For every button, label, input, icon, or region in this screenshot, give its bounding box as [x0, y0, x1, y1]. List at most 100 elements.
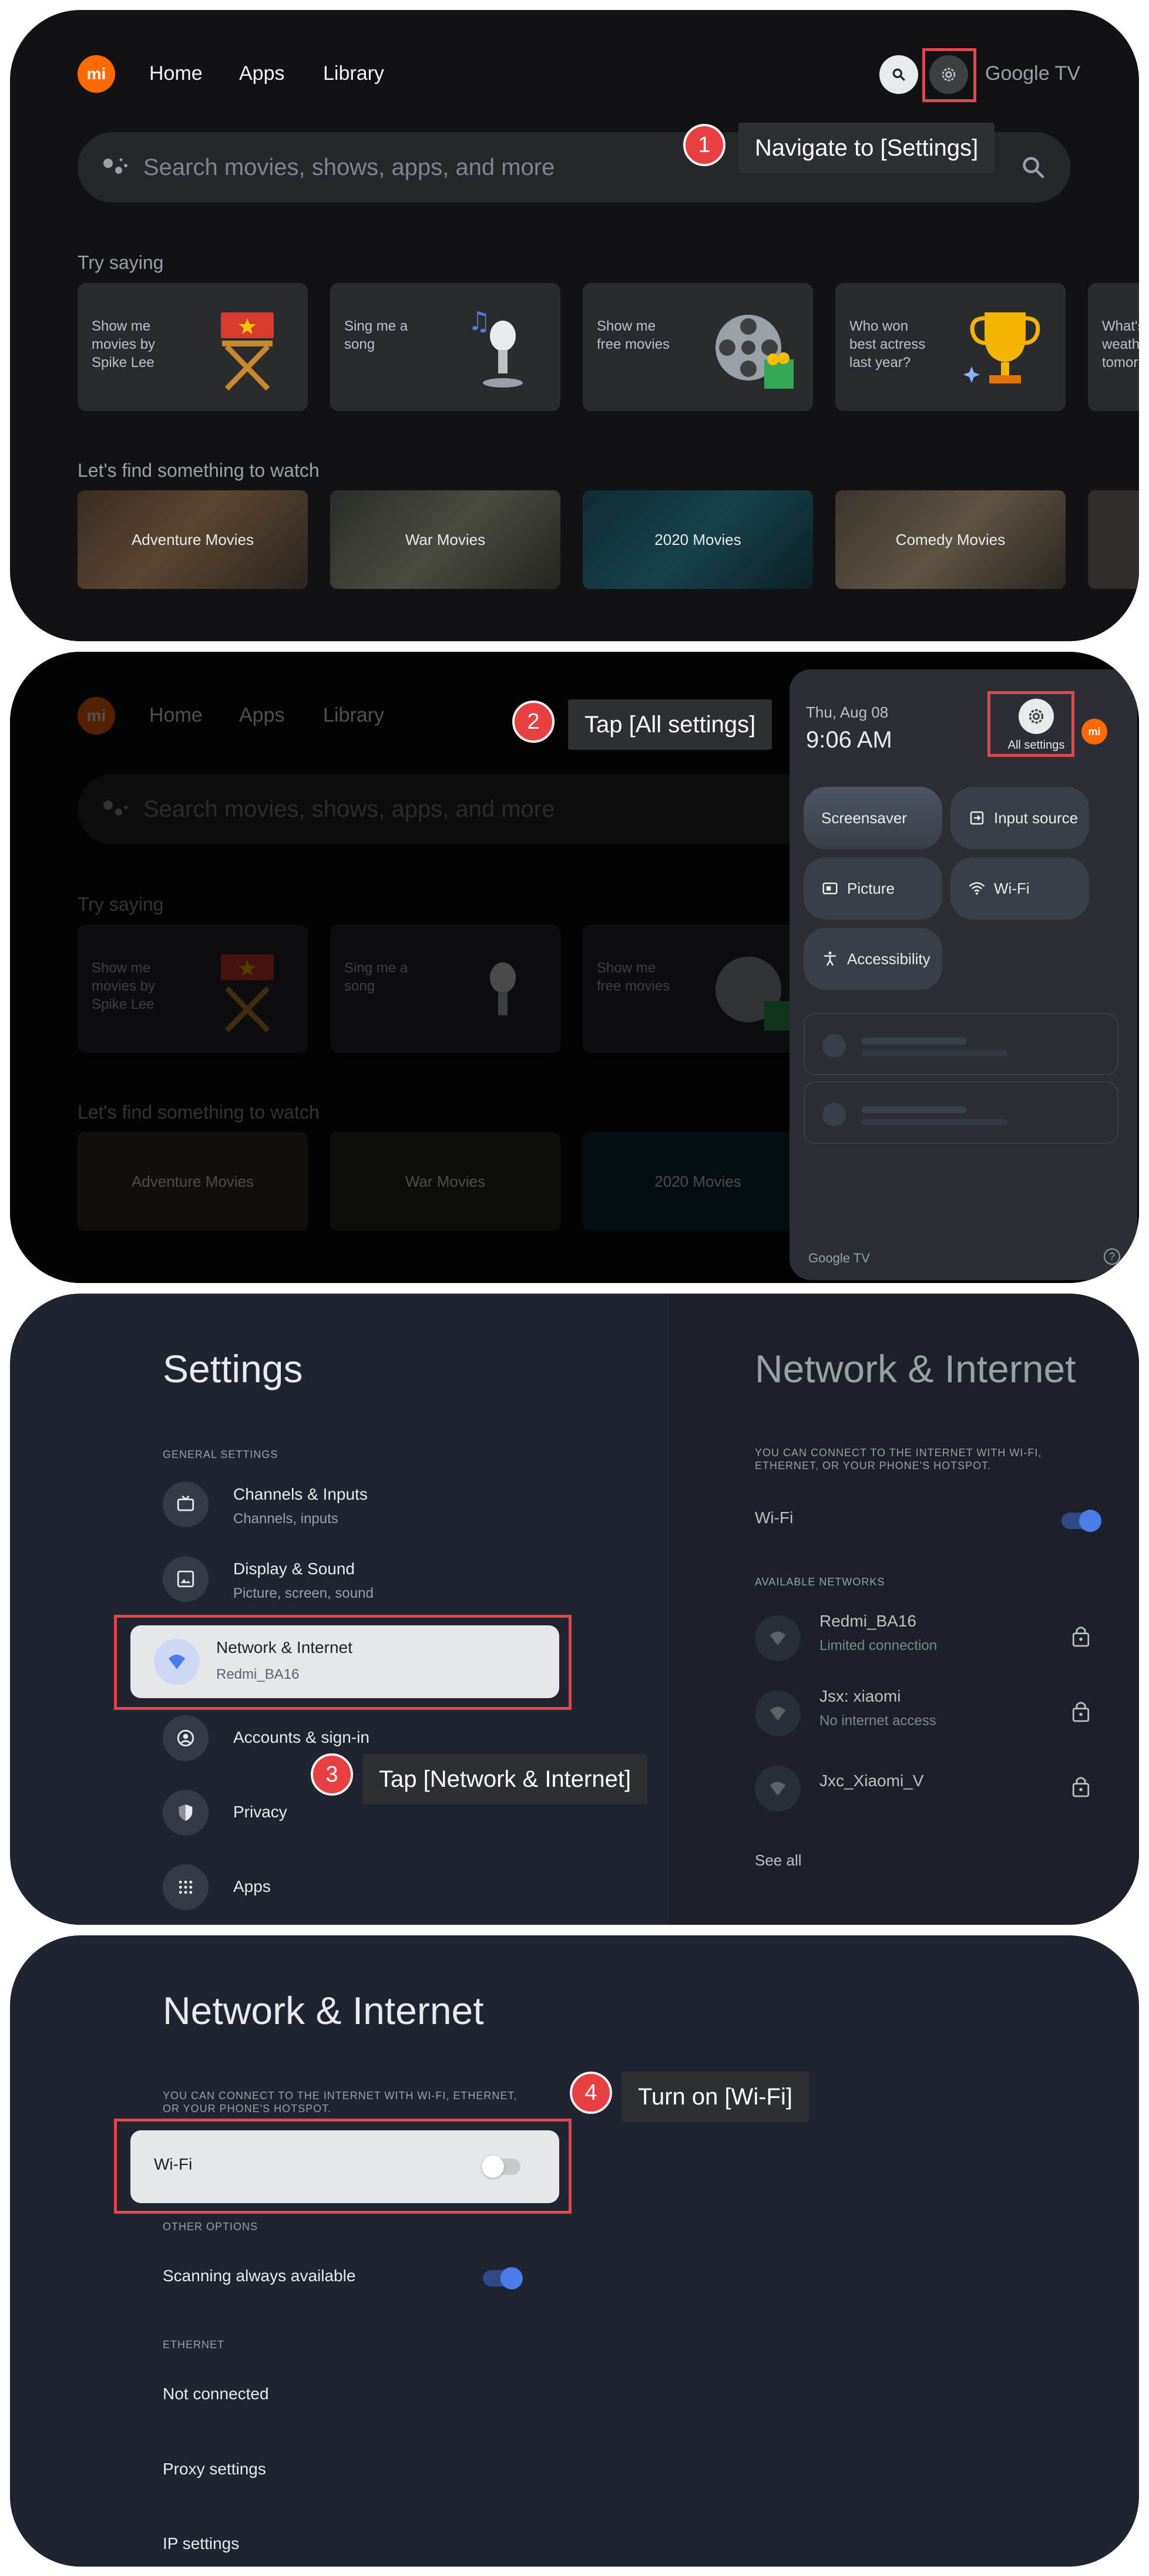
settings-item-title: Privacy [233, 1803, 287, 1821]
directors-chair-icon [221, 312, 274, 391]
input-source-tile[interactable]: Input source [950, 787, 1089, 849]
settings-item-subtitle: Picture, screen, sound [233, 1585, 374, 1601]
step-label-2: Tap [All settings] [568, 699, 772, 750]
settings-item-privacy[interactable]: Privacy [163, 1790, 545, 1837]
proxy-settings-item[interactable]: Proxy settings [163, 2460, 266, 2479]
suggestion-text: What's theweathertomorrow? [1102, 318, 1139, 371]
nav-library[interactable]: Library [323, 62, 384, 85]
network-status: No internet access [819, 1713, 936, 1729]
apps-grid-icon [163, 1864, 209, 1910]
suggestion-card[interactable]: Show memovies bySpike Lee [78, 283, 308, 411]
lock-icon [1072, 1702, 1090, 1722]
network-row[interactable]: Redmi_BA16 Limited connection [755, 1611, 1107, 1664]
suggestion-card[interactable]: Who won best actress last year? [835, 283, 1066, 411]
tv-icon [163, 1481, 209, 1527]
image-icon [163, 1556, 209, 1602]
step-label-4: Turn on [Wi-Fi] [621, 2072, 809, 2122]
network-internet-panel: Network & Internet YOU CAN CONNECT TO TH… [10, 1935, 1139, 2567]
assistant-icon [103, 158, 127, 174]
network-row[interactable]: Jsx: xiaomi No internet access [755, 1686, 1107, 1739]
accessibility-label: Accessibility [847, 949, 930, 968]
picture-tile[interactable]: Picture [804, 857, 942, 920]
category-tile[interactable] [1088, 490, 1139, 589]
category-tile[interactable]: 2020 Movies [583, 490, 813, 589]
category-tile[interactable]: Comedy Movies [835, 490, 1066, 589]
scanning-toggle[interactable] [483, 2267, 523, 2289]
quick-settings-sheet: Thu, Aug 08 9:06 AM All settings mi Scre… [789, 669, 1137, 1280]
screensaver-label: Screensaver [821, 809, 907, 827]
ethernet-header: ETHERNET [163, 2339, 225, 2351]
category-label: Adventure Movies [131, 530, 254, 548]
screensaver-tile[interactable]: Screensaver [804, 787, 942, 849]
wifi-toggle-preview[interactable] [1061, 1510, 1101, 1532]
lock-icon [1072, 1777, 1090, 1797]
scanning-row[interactable]: Scanning always available [163, 2258, 527, 2294]
settings-item-title: Apps [233, 1877, 271, 1895]
mi-logo: mi [78, 55, 115, 93]
category-tile[interactable]: War Movies [330, 490, 560, 589]
settings-item-title: Display & Sound [233, 1560, 355, 1578]
settings-item-channels[interactable]: Channels & Inputs Channels, inputs [163, 1481, 545, 1540]
loading-card [804, 1013, 1118, 1075]
google-tv-brand: Google TV [808, 1251, 870, 1265]
date-text: Thu, Aug 08 [806, 703, 889, 721]
category-label: Comedy Movies [895, 530, 1006, 548]
network-status: Limited connection [819, 1638, 938, 1654]
wifi-icon [755, 1691, 801, 1736]
search-icon [892, 68, 905, 81]
other-options-header: OTHER OPTIONS [163, 2221, 258, 2232]
wifi-tile[interactable]: Wi-Fi [950, 857, 1089, 920]
network-preview-title: Network & Internet [755, 1347, 1076, 1390]
network-description: YOU CAN CONNECT TO THE INTERNET WITH WI-… [755, 1447, 1042, 1471]
see-all-link[interactable]: See all [755, 1851, 802, 1870]
suggestion-text: Who won best actress last year? [849, 318, 926, 371]
watch-section-title: Let's find something to watch [78, 460, 320, 481]
suggestion-text: Sing me asong [344, 318, 408, 352]
accessibility-tile[interactable]: Accessibility [804, 928, 942, 990]
home-screen-panel: mi Home Apps Library Google TV Search mo… [10, 10, 1139, 641]
wifi-icon [755, 1615, 801, 1661]
loading-card [804, 1082, 1118, 1144]
ip-settings-item[interactable]: IP settings [163, 2534, 239, 2553]
suggestion-text: Show memovies bySpike Lee [92, 318, 156, 371]
network-name: Jxc_Xiaomi_V [819, 1772, 924, 1790]
wifi-label: Wi-Fi [994, 879, 1030, 897]
step-number-2: 2 [512, 701, 555, 743]
network-name: Redmi_BA16 [819, 1612, 916, 1630]
input-source-label: Input source [994, 809, 1079, 827]
quick-settings-panel: mi Home Apps Library Search movies, show… [10, 652, 1139, 1283]
network-description: YOU CAN CONNECT TO THE INTERNET WITH WI-… [163, 2090, 518, 2114]
suggestion-card[interactable]: Sing me a song ♫ [330, 283, 560, 411]
suggestion-text: Show mefree movies [597, 318, 670, 352]
search-input: Search movies, shows, apps, and more [143, 154, 555, 180]
search-button[interactable] [879, 55, 918, 94]
help-icon[interactable]: ? [1104, 1248, 1120, 1265]
settings-item-title: Accounts & sign-in [233, 1728, 369, 1746]
suggestion-card[interactable]: Show mefree movies [583, 283, 813, 411]
category-label: 2020 Movies [654, 530, 741, 548]
nav-apps[interactable]: Apps [239, 62, 285, 85]
settings-item-subtitle: Channels, inputs [233, 1511, 338, 1527]
picture-label: Picture [847, 879, 895, 897]
category-label: War Movies [405, 530, 486, 548]
suggestion-card[interactable]: What's theweathertomorrow? [1088, 283, 1139, 411]
settings-title: Settings [163, 1347, 303, 1390]
settings-item-display[interactable]: Display & Sound Picture, screen, sound [163, 1556, 545, 1615]
svg-text:♫: ♫ [468, 307, 490, 336]
nav-home[interactable]: Home [149, 62, 203, 85]
wifi-label: Wi-Fi [755, 1508, 794, 1527]
settings-item-apps[interactable]: Apps [163, 1864, 545, 1911]
network-row[interactable]: Jxc_Xiaomi_V [755, 1761, 1107, 1814]
accessibility-icon [824, 951, 836, 966]
settings-panel: Settings GENERAL SETTINGS Channels & Inp… [10, 1294, 1139, 1925]
highlight-network [114, 1615, 572, 1710]
step-number-4: 4 [570, 2072, 612, 2114]
step-number-1: 1 [683, 124, 725, 166]
profile-avatar[interactable]: mi [1081, 719, 1107, 745]
account-icon [163, 1715, 209, 1761]
category-tile[interactable]: Adventure Movies [78, 490, 308, 589]
lock-icon [1072, 1627, 1090, 1647]
highlight-wifi [114, 2119, 572, 2214]
picture-icon [822, 883, 838, 894]
available-networks-header: AVAILABLE NETWORKS [755, 1576, 885, 1588]
